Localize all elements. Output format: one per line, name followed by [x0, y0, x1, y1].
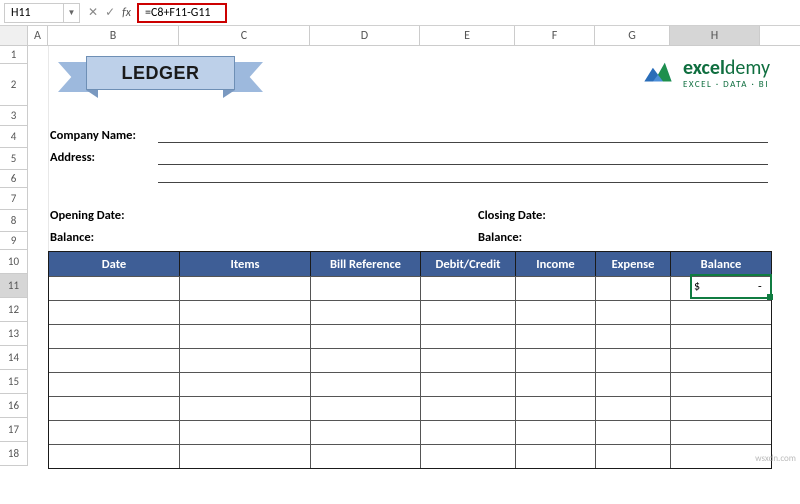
th-income: Income — [516, 252, 596, 276]
row-18[interactable]: 18 — [0, 442, 28, 466]
row-3[interactable]: 3 — [0, 106, 28, 126]
label-address: Address: — [50, 150, 95, 165]
row-7[interactable]: 7 — [0, 188, 28, 210]
row-14[interactable]: 14 — [0, 346, 28, 370]
table-row[interactable] — [49, 300, 771, 324]
row-10[interactable]: 10 — [0, 250, 28, 274]
column-headers: A B C D E F G H — [0, 26, 800, 46]
th-items: Items — [180, 252, 311, 276]
ribbon-title: LEDGER — [86, 56, 235, 90]
label-balance-left: Balance: — [50, 230, 94, 245]
cancel-icon[interactable]: ✕ — [88, 5, 98, 20]
row-8[interactable]: 8 — [0, 210, 28, 232]
name-box[interactable]: H11 — [4, 3, 64, 23]
fx-icon[interactable]: fx — [122, 6, 131, 20]
table-row[interactable] — [49, 420, 771, 444]
row-13[interactable]: 13 — [0, 322, 28, 346]
formula-input[interactable]: =C8+F11-G11 — [137, 3, 227, 23]
ledger-table: Date Items Bill Reference Debit/Credit I… — [48, 251, 772, 469]
worksheet-area[interactable]: LEDGER exceldemy EXCEL · DATA · BI Compa… — [28, 46, 800, 466]
col-H[interactable]: H — [670, 26, 760, 45]
row-12[interactable]: 12 — [0, 298, 28, 322]
row-9[interactable]: 9 — [0, 232, 28, 250]
row-headers: 1 2 3 4 5 6 7 8 9 10 11 12 13 14 15 16 1… — [0, 46, 28, 466]
row-15[interactable]: 15 — [0, 370, 28, 394]
cell-h11-currency: $ — [694, 280, 700, 294]
line-address2 — [158, 182, 768, 183]
label-close-date: Closing Date: — [478, 208, 546, 223]
logo-subtitle: EXCEL · DATA · BI — [683, 80, 770, 89]
label-open-date: Opening Date: — [50, 208, 125, 223]
cell-h11-value: - — [758, 280, 762, 294]
th-bill: Bill Reference — [311, 252, 421, 276]
col-D[interactable]: D — [310, 26, 420, 45]
row-5[interactable]: 5 — [0, 148, 28, 170]
label-company: Company Name: — [50, 128, 136, 143]
logo-icon — [641, 56, 675, 90]
watermark: wsxdn.com — [755, 453, 796, 464]
logo-text: exceldemy — [683, 58, 770, 78]
confirm-icon[interactable]: ✓ — [105, 5, 115, 20]
th-dc: Debit/Credit — [421, 252, 516, 276]
row-6[interactable]: 6 — [0, 170, 28, 188]
col-A[interactable]: A — [28, 26, 48, 45]
line-address1 — [158, 164, 768, 165]
row-1[interactable]: 1 — [0, 46, 28, 64]
table-row[interactable] — [49, 348, 771, 372]
col-B[interactable]: B — [48, 26, 179, 45]
row-11[interactable]: 11 — [0, 274, 28, 298]
table-row[interactable] — [49, 276, 771, 300]
table-header-row: Date Items Bill Reference Debit/Credit I… — [49, 252, 771, 276]
col-C[interactable]: C — [179, 26, 310, 45]
th-balance: Balance — [671, 252, 771, 276]
formula-bar: H11 ▼ ✕ ✓ fx =C8+F11-G11 — [0, 0, 800, 26]
col-F[interactable]: F — [515, 26, 595, 45]
select-all-corner[interactable] — [0, 26, 28, 45]
row-2[interactable]: 2 — [0, 64, 28, 106]
th-date: Date — [49, 252, 180, 276]
table-row[interactable] — [49, 444, 771, 468]
table-row[interactable] — [49, 372, 771, 396]
table-row[interactable] — [49, 396, 771, 420]
line-company — [158, 142, 768, 143]
table-row[interactable] — [49, 324, 771, 348]
name-box-dropdown[interactable]: ▼ — [64, 3, 80, 23]
row-4[interactable]: 4 — [0, 126, 28, 148]
col-E[interactable]: E — [420, 26, 515, 45]
row-16[interactable]: 16 — [0, 394, 28, 418]
ledger-ribbon: LEDGER — [58, 52, 263, 100]
label-balance-right: Balance: — [478, 230, 522, 245]
row-17[interactable]: 17 — [0, 418, 28, 442]
th-expense: Expense — [596, 252, 671, 276]
exceldemy-logo: exceldemy EXCEL · DATA · BI — [641, 56, 770, 90]
col-G[interactable]: G — [595, 26, 670, 45]
